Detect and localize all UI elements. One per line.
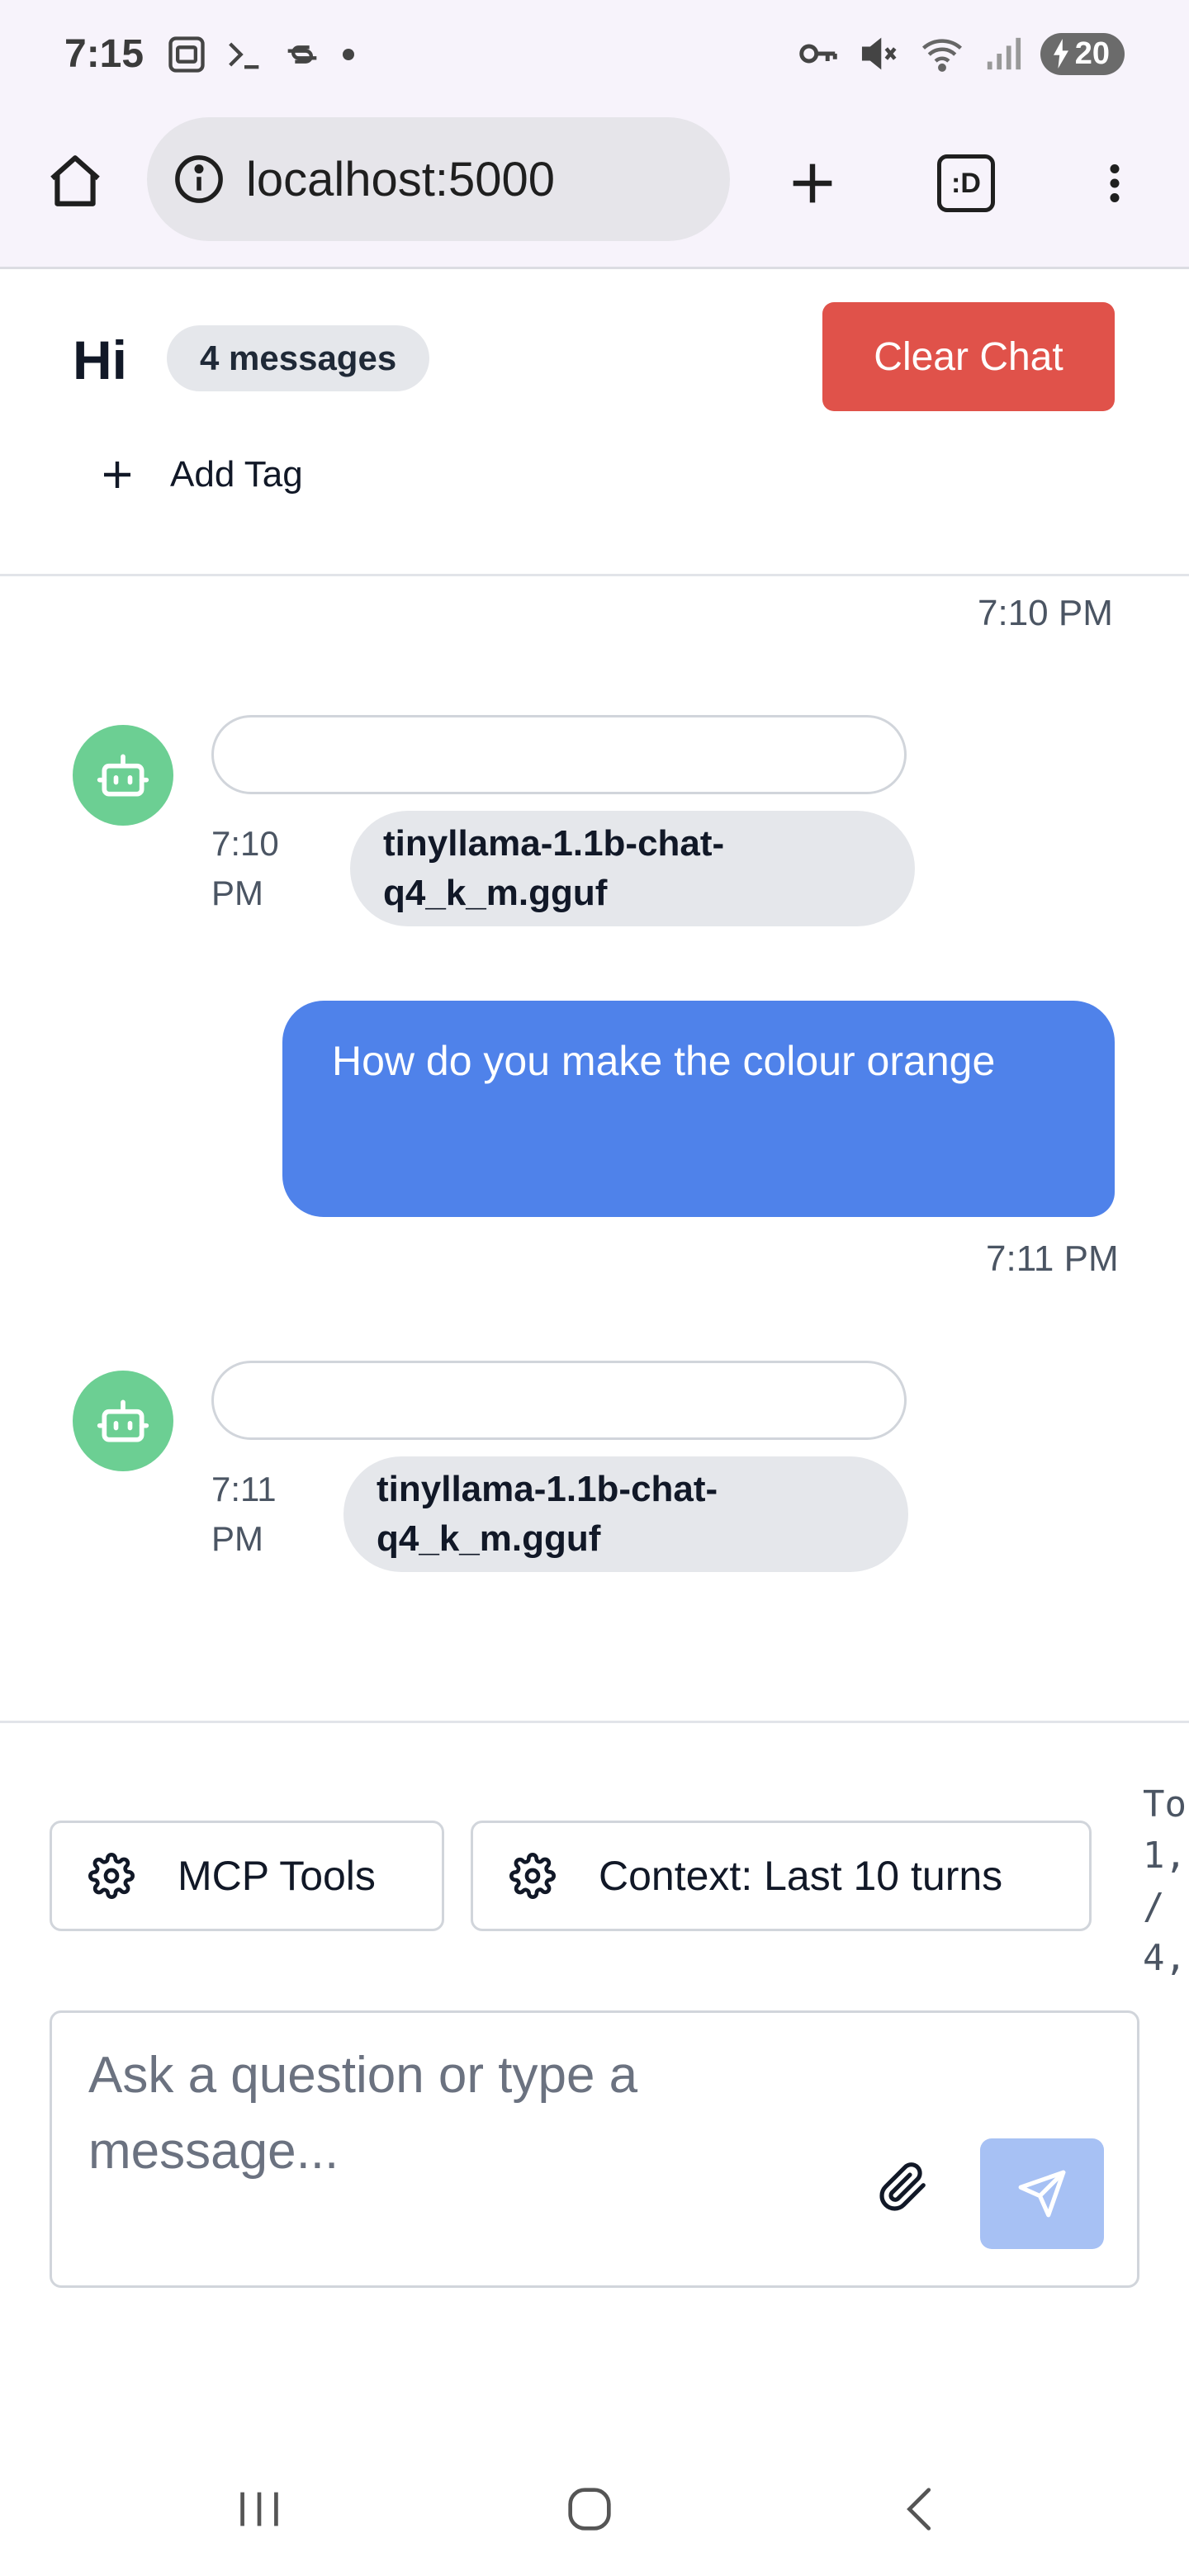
chat-title: Hi	[73, 329, 127, 391]
timestamp-line: PM	[211, 1519, 263, 1558]
message-count-badge: 4 messages	[167, 325, 430, 391]
timestamp-line: 7:10	[211, 824, 279, 863]
home-circle-icon	[568, 2488, 611, 2531]
bot-icon	[97, 1399, 149, 1442]
paperclip-icon	[879, 2162, 926, 2211]
mcp-tools-label: MCP Tools	[178, 1853, 376, 1899]
mute-icon	[861, 37, 897, 70]
charging-icon	[1053, 39, 1068, 69]
token-counter: Tol 1, / 4,	[1143, 1783, 1189, 1979]
new-tab-button[interactable]	[771, 142, 854, 225]
battery-level: 20	[1074, 36, 1110, 71]
wifi-icon	[921, 39, 962, 72]
clear-chat-button[interactable]: Clear Chat	[822, 302, 1115, 411]
send-button[interactable]	[980, 2138, 1104, 2249]
chat-header: Hi 4 messages Clear Chat Add Tag	[0, 269, 1189, 576]
status-bar: 7:15 20	[0, 0, 1189, 112]
battery-indicator: 20	[1040, 32, 1125, 75]
model-name-line: tinyllama-1.1b-chat-	[383, 823, 725, 864]
message-input-container	[50, 2010, 1139, 2288]
tab-count-icon: :D	[937, 154, 995, 212]
gear-icon	[509, 1853, 556, 1899]
message-timestamp: 7:11 PM	[986, 1238, 1119, 1279]
send-icon	[1018, 2170, 1066, 2218]
bot-icon	[97, 754, 149, 797]
back-chevron-icon	[907, 2488, 931, 2531]
bot-avatar	[73, 1371, 173, 1471]
tab-count-label: :D	[951, 167, 981, 199]
message-timestamp: 7:10 PM	[211, 819, 310, 918]
attach-button[interactable]	[866, 2150, 940, 2224]
browser-menu-button[interactable]	[1073, 142, 1156, 225]
plus-icon	[104, 462, 130, 488]
bot-avatar	[73, 725, 173, 826]
model-badge: tinyllama-1.1b-chat- q4_k_m.gguf	[350, 811, 915, 926]
status-left-icons	[165, 33, 358, 76]
context-label: Context: Last 10 turns	[599, 1853, 1003, 1899]
tab-switcher-button[interactable]: :D	[925, 142, 1007, 225]
message-timestamp: 7:11 PM	[211, 1465, 310, 1564]
recent-apps-button[interactable]	[210, 2472, 309, 2546]
more-vert-icon	[1110, 164, 1120, 202]
user-message-bubble: How do you make the colour orange	[282, 1001, 1115, 1217]
recents-icon	[240, 2492, 278, 2526]
add-tag-button[interactable]: Add Tag	[97, 454, 303, 495]
composer: MCP Tools Context: Last 10 turns Tol 1, …	[0, 1721, 1189, 2414]
mcp-tools-button[interactable]: MCP Tools	[50, 1821, 444, 1931]
add-tag-label: Add Tag	[170, 454, 303, 495]
model-name-line: q4_k_m.gguf	[377, 1518, 601, 1559]
url-text[interactable]: localhost:5000	[246, 152, 555, 207]
status-time: 7:15	[64, 32, 144, 76]
context-selector-button[interactable]: Context: Last 10 turns	[471, 1821, 1092, 1931]
message-timestamp: 7:10 PM	[978, 593, 1113, 633]
model-badge: tinyllama-1.1b-chat- q4_k_m.gguf	[343, 1456, 908, 1572]
back-button[interactable]	[872, 2472, 971, 2546]
message-input[interactable]	[88, 2038, 831, 2219]
info-icon[interactable]	[172, 152, 226, 206]
browser-toolbar: localhost:5000 :D	[0, 112, 1189, 269]
model-name-line: q4_k_m.gguf	[383, 873, 608, 913]
vpn-key-icon	[798, 44, 837, 64]
assistant-message-bubble	[211, 715, 907, 794]
timestamp-line: PM	[211, 874, 263, 912]
home-icon	[50, 155, 100, 206]
system-nav-bar	[0, 2414, 1189, 2576]
model-name-line: tinyllama-1.1b-chat-	[377, 1469, 718, 1509]
home-nav-button[interactable]	[540, 2472, 639, 2546]
link-icon	[287, 45, 317, 64]
gear-icon	[88, 1853, 135, 1899]
screenshot-icon	[168, 36, 205, 73]
status-right-icons: 20	[796, 31, 1125, 76]
terminal-icon	[229, 42, 259, 69]
assistant-message-bubble	[211, 1361, 907, 1440]
home-button[interactable]	[41, 147, 109, 215]
address-bar[interactable]: localhost:5000	[147, 117, 730, 241]
user-message-text: How do you make the colour orange	[332, 1038, 996, 1084]
timestamp-line: 7:11	[211, 1470, 277, 1508]
notification-dot-icon	[343, 49, 354, 60]
signal-icon	[987, 37, 1021, 70]
plus-icon	[793, 163, 832, 203]
